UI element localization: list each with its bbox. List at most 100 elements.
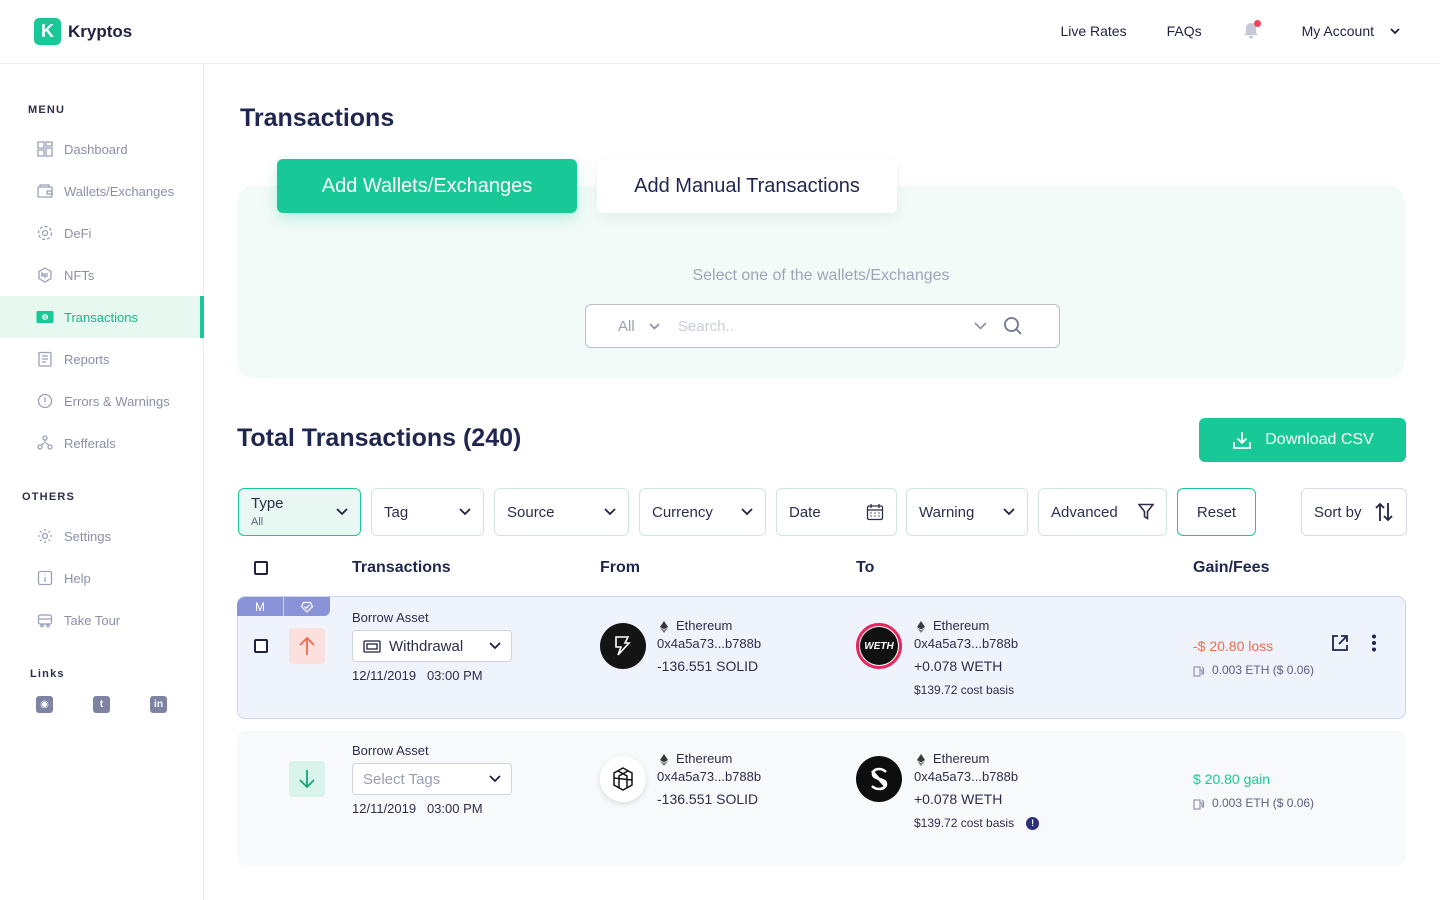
from-token-avatar: [600, 623, 646, 669]
outgoing-arrow-icon: [289, 628, 325, 664]
search-icon[interactable]: [1003, 316, 1023, 336]
logo-mark: K: [34, 18, 61, 45]
total-transactions-title: Total Transactions (240): [237, 424, 522, 452]
from-chain: Ethereum: [660, 751, 732, 766]
tag-filter[interactable]: Tag: [371, 488, 484, 536]
gear-icon: [36, 527, 54, 545]
sidebar-item-transactions[interactable]: $ Transactions: [0, 296, 204, 338]
advanced-filter[interactable]: Advanced: [1038, 488, 1167, 536]
withdrawal-icon: [363, 639, 381, 653]
from-chain: Ethereum: [660, 618, 732, 633]
filter-icon: [1138, 503, 1154, 520]
sidebar-item-label: Dashboard: [64, 141, 128, 157]
to-amount: +0.078 WETH: [914, 791, 1003, 807]
warning-filter[interactable]: Warning: [906, 488, 1028, 536]
external-link-icon[interactable]: [1331, 634, 1349, 652]
to-token-avatar: [856, 756, 902, 802]
sidebar-item-label: NFTs: [64, 267, 95, 283]
notification-dot: [1253, 20, 1261, 27]
svg-text:$: $: [44, 315, 47, 321]
sidebar: MENU Dashboard Wallets/Exchanges DeFi NF…: [0, 64, 204, 900]
sidebar-item-referrals[interactable]: Refferals: [0, 422, 204, 464]
linkedin-icon[interactable]: in: [150, 696, 167, 713]
bell-icon[interactable]: [1240, 20, 1262, 42]
currency-filter[interactable]: Currency: [639, 488, 766, 536]
wallet-search-input[interactable]: [678, 317, 968, 335]
twitter-icon[interactable]: t: [93, 696, 110, 713]
search-scope-select[interactable]: All: [618, 318, 678, 335]
top-nav: Live Rates FAQs My Account: [1020, 20, 1400, 42]
warning-filter-label: Warning: [919, 503, 975, 521]
to-address[interactable]: 0x4a5a73...b788b: [914, 636, 1018, 651]
sort-icon: [1375, 502, 1393, 522]
ethereum-icon: [917, 620, 925, 633]
fee-value: 0.003 ETH ($ 0.06): [1193, 796, 1314, 810]
from-chain-name: Ethereum: [676, 751, 733, 766]
type-filter-label: Type: [251, 495, 284, 513]
chevron-down-icon: [604, 508, 616, 516]
sidebar-item-settings[interactable]: Settings: [0, 515, 204, 557]
source-filter-label: Source: [507, 503, 555, 521]
my-account-menu[interactable]: My Account: [1302, 23, 1400, 39]
column-header-from[interactable]: From: [600, 559, 640, 577]
faqs-link[interactable]: FAQs: [1167, 23, 1202, 39]
sidebar-item-label: Take Tour: [64, 612, 121, 628]
source-filter[interactable]: Source: [494, 488, 629, 536]
row-checkbox[interactable]: [254, 639, 268, 653]
fee-amount: 0.003 ETH ($ 0.06): [1212, 796, 1315, 810]
to-token-avatar: WETH: [856, 623, 902, 669]
transaction-type: Borrow Asset: [352, 743, 429, 758]
defi-icon: [36, 224, 54, 242]
type-filter[interactable]: Type All: [238, 488, 361, 536]
from-token-avatar: [600, 756, 646, 802]
info-icon[interactable]: !: [1026, 817, 1040, 831]
column-header-to[interactable]: To: [856, 559, 874, 577]
from-address[interactable]: 0x4a5a73...b788b: [657, 636, 761, 651]
column-header-transactions[interactable]: Transactions: [352, 559, 451, 577]
sidebar-item-dashboard[interactable]: Dashboard: [0, 128, 204, 170]
sort-by-label: Sort by: [1314, 503, 1362, 521]
download-csv-button[interactable]: Download CSV: [1199, 418, 1406, 462]
chevron-down-icon[interactable]: [974, 322, 987, 330]
chevron-down-icon: [1003, 508, 1015, 516]
discord-icon[interactable]: ◉: [36, 696, 53, 713]
to-address[interactable]: 0x4a5a73...b788b: [914, 769, 1018, 784]
from-amount: -136.551 SOLID: [657, 791, 759, 807]
select-all-checkbox[interactable]: [254, 561, 268, 575]
tag-select[interactable]: Select Tags: [352, 763, 512, 795]
from-address[interactable]: 0x4a5a73...b788b: [657, 769, 761, 784]
logo[interactable]: K Kryptos: [34, 18, 132, 45]
fee-value: 0.003 ETH ($ 0.06): [1193, 663, 1314, 677]
sidebar-item-label: Refferals: [64, 435, 116, 451]
gas-pump-icon: [1193, 799, 1205, 810]
account-label: My Account: [1301, 23, 1374, 39]
tag-select[interactable]: Withdrawal: [352, 630, 512, 662]
chevron-down-icon: [489, 642, 501, 650]
sidebar-item-errors-warnings[interactable]: Errors & Warnings: [0, 380, 204, 422]
warning-icon: [36, 392, 54, 410]
tag-select-value: Withdrawal: [389, 637, 464, 655]
sidebar-item-reports[interactable]: Reports: [0, 338, 204, 380]
tab-add-wallets-exchanges[interactable]: Add Wallets/Exchanges: [277, 159, 577, 213]
more-options-icon[interactable]: [1370, 634, 1378, 652]
menu-section-title: MENU: [28, 104, 66, 116]
sidebar-item-help[interactable]: Help: [0, 557, 204, 599]
date-filter[interactable]: Date: [776, 488, 897, 536]
date-filter-label: Date: [789, 503, 821, 521]
sidebar-item-nfts[interactable]: NFTs: [0, 254, 204, 296]
sidebar-item-label: Transactions: [64, 309, 138, 325]
sidebar-item-defi[interactable]: DeFi: [0, 212, 204, 254]
reset-button[interactable]: Reset: [1177, 488, 1256, 536]
ethereum-icon: [917, 753, 925, 766]
column-header-gain-fees[interactable]: Gain/Fees: [1193, 559, 1269, 577]
live-rates-link[interactable]: Live Rates: [1060, 23, 1126, 39]
dashboard-icon: [36, 140, 54, 158]
sort-by-button[interactable]: Sort by: [1301, 488, 1407, 536]
nft-icon: [36, 266, 54, 284]
transactions-icon: $: [36, 308, 54, 326]
sidebar-item-wallets[interactable]: Wallets/Exchanges: [0, 170, 204, 212]
gain-loss-value: -$ 20.80 loss: [1193, 638, 1274, 654]
tab-add-manual-transactions[interactable]: Add Manual Transactions: [597, 159, 897, 213]
sidebar-item-take-tour[interactable]: Take Tour: [0, 599, 204, 641]
calendar-icon: [866, 504, 884, 521]
